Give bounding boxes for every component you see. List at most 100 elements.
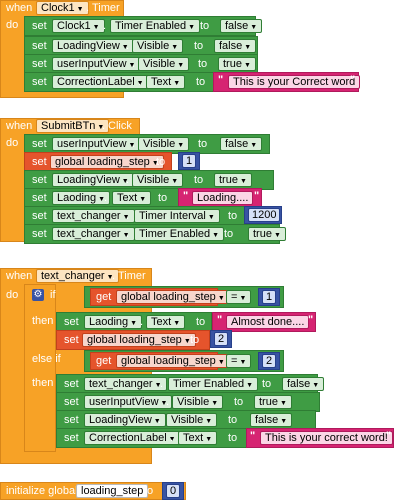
property-dropdown[interactable]: Visible ▼ — [138, 57, 190, 71]
chevron-down-icon: ▼ — [239, 295, 247, 302]
set-keyword: set — [32, 40, 47, 52]
event-component-dropdown[interactable]: Clock1 ▼ — [36, 1, 89, 15]
boolean-value-dropdown[interactable]: true ▼ — [218, 57, 256, 71]
component-dropdown[interactable]: text_changer ▼ — [84, 377, 167, 391]
value-label: false — [255, 414, 279, 426]
then-keyword: then — [32, 315, 54, 327]
boolean-value-dropdown[interactable]: false ▼ — [220, 137, 263, 151]
chevron-down-icon: ▼ — [250, 142, 258, 149]
comparison-operator-dropdown[interactable]: = ▼ — [226, 290, 252, 304]
set-keyword: set — [64, 334, 79, 346]
set-keyword: set — [64, 316, 79, 328]
dot: . — [126, 174, 130, 186]
number-field[interactable]: 0 — [166, 484, 181, 498]
component-dropdown[interactable]: CorrectionLabel ▼ — [52, 75, 149, 89]
dot: . — [166, 396, 170, 408]
property-dropdown[interactable]: Text ▼ — [112, 191, 152, 205]
event-dot: . — [86, 2, 90, 14]
component-dropdown[interactable]: Clock1 ▼ — [52, 19, 105, 33]
boolean-value-dropdown[interactable]: true ▼ — [254, 395, 292, 409]
chevron-down-icon: ▼ — [217, 359, 225, 366]
global-variable-dropdown[interactable]: global loading_step ▼ — [50, 155, 164, 169]
property-dropdown[interactable]: Timer Interval ▼ — [134, 209, 220, 223]
boolean-value-dropdown[interactable]: false ▼ — [250, 413, 293, 427]
text-string-field[interactable]: This is your Correct word — [228, 75, 361, 89]
property-dropdown[interactable]: Visible ▼ — [132, 39, 184, 53]
variable-label: global loading_step — [87, 334, 182, 346]
component-dropdown[interactable]: text_changer ▼ — [52, 209, 135, 223]
component-dropdown[interactable]: Laoding ▼ — [52, 191, 111, 205]
component-dropdown[interactable]: userInputView ▼ — [52, 57, 141, 71]
number-field[interactable]: 2 — [214, 332, 229, 346]
component-label: Laoding — [57, 192, 97, 204]
event-component-dropdown[interactable]: text_changer ▼ — [36, 269, 119, 283]
to-keyword: to — [198, 138, 208, 150]
property-dropdown[interactable]: Text ▼ — [146, 315, 186, 329]
boolean-value-dropdown[interactable]: true ▼ — [248, 227, 286, 241]
component-dropdown[interactable]: LoadingView ▼ — [52, 173, 134, 187]
boolean-value-dropdown[interactable]: true ▼ — [214, 173, 252, 187]
global-name-field[interactable]: loading_step — [76, 484, 149, 498]
gear-icon[interactable]: ⚙ — [32, 289, 44, 301]
set-keyword: set — [32, 228, 47, 240]
number-field[interactable]: 2 — [262, 354, 277, 368]
text-string-field[interactable]: This is your correct word! — [260, 431, 393, 445]
to-keyword: to — [194, 40, 204, 52]
property-label: Timer Enabled — [139, 228, 211, 240]
dot: . — [104, 192, 108, 204]
if-elseif-block[interactable] — [24, 284, 56, 452]
event-component-dropdown[interactable]: SubmitBTn ▼ — [36, 119, 110, 133]
dot: . — [132, 138, 136, 150]
event-name: Timer — [92, 2, 120, 14]
chevron-down-icon: ▼ — [279, 400, 287, 407]
property-dropdown[interactable]: Text ▼ — [178, 431, 218, 445]
component-dropdown[interactable]: LoadingView ▼ — [52, 39, 134, 53]
property-dropdown[interactable]: Text ▼ — [146, 75, 186, 89]
to-keyword: to — [228, 414, 238, 426]
property-dropdown[interactable]: Visible ▼ — [138, 137, 190, 151]
component-dropdown[interactable]: CorrectionLabel ▼ — [84, 431, 181, 445]
set-keyword: set — [64, 396, 79, 408]
number-field[interactable]: 1 — [262, 290, 277, 304]
set-keyword: set — [32, 76, 47, 88]
value-label: false — [225, 138, 249, 150]
property-dropdown[interactable]: Timer Enabled ▼ — [110, 19, 201, 33]
value-label: true — [253, 228, 272, 240]
boolean-value-dropdown[interactable]: false ▼ — [214, 39, 257, 53]
text-string-field[interactable]: Almost done.... — [226, 315, 310, 329]
chevron-down-icon: ▼ — [130, 320, 138, 327]
event-dot: . — [112, 270, 116, 282]
text-string-field[interactable]: Loading.... — [192, 191, 254, 205]
dot: . — [103, 20, 107, 32]
property-dropdown[interactable]: Visible ▼ — [172, 395, 224, 409]
global-variable-dropdown[interactable]: global loading_step ▼ — [82, 333, 196, 347]
number-field[interactable]: 1200 — [248, 208, 281, 222]
boolean-value-dropdown[interactable]: false ▼ — [220, 19, 263, 33]
global-variable-dropdown[interactable]: global loading_step ▼ — [116, 290, 230, 304]
chevron-down-icon: ▼ — [217, 295, 225, 302]
component-dropdown[interactable]: Laoding ▼ — [84, 315, 143, 329]
property-label: Visible — [137, 40, 170, 52]
chevron-down-icon: ▼ — [312, 382, 320, 389]
open-quote: " — [250, 430, 256, 442]
dot: . — [158, 414, 162, 426]
property-dropdown[interactable]: Timer Enabled ▼ — [134, 227, 225, 241]
then-keyword: then — [32, 377, 54, 389]
property-dropdown[interactable]: Timer Enabled ▼ — [168, 377, 259, 391]
to-keyword: to — [156, 156, 166, 168]
component-dropdown[interactable]: userInputView ▼ — [84, 395, 173, 409]
event-name: Click — [108, 120, 132, 132]
property-dropdown[interactable]: Visible ▼ — [132, 173, 184, 187]
variable-label: global loading_step — [121, 291, 216, 303]
global-variable-dropdown[interactable]: global loading_step ▼ — [116, 354, 230, 368]
component-dropdown[interactable]: text_changer ▼ — [52, 227, 135, 241]
component-dropdown[interactable]: userInputView ▼ — [52, 137, 141, 151]
comparison-operator-dropdown[interactable]: = ▼ — [226, 354, 252, 368]
chevron-down-icon: ▼ — [273, 232, 281, 239]
chevron-down-icon: ▼ — [243, 62, 251, 69]
boolean-value-dropdown[interactable]: false ▼ — [282, 377, 325, 391]
to-keyword: to — [196, 316, 206, 328]
property-dropdown[interactable]: Visible ▼ — [166, 413, 218, 427]
component-dropdown[interactable]: LoadingView ▼ — [84, 413, 166, 427]
number-field[interactable]: 1 — [182, 154, 197, 168]
